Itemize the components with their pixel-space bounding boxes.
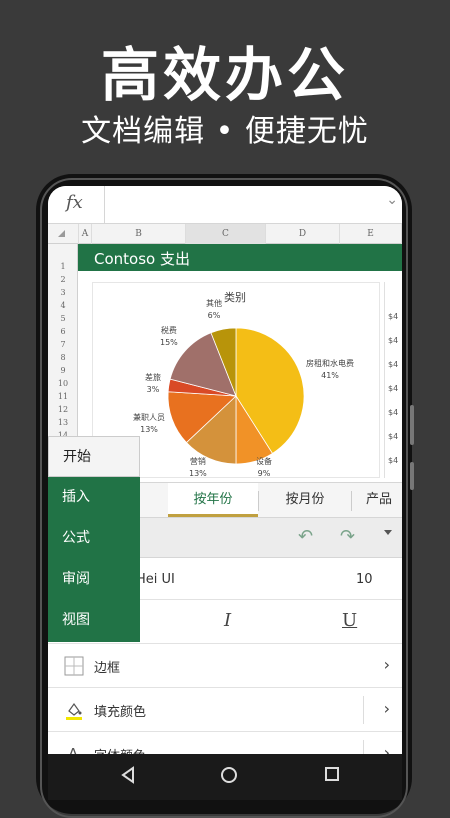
side-value: $4 xyxy=(388,336,399,345)
promo-title: 高效办公 xyxy=(100,41,349,109)
menu-item-borders[interactable]: 边框 › xyxy=(48,644,402,688)
home-icon[interactable] xyxy=(220,766,238,784)
menu-tab-view[interactable]: 视图 xyxy=(48,600,140,641)
menu-divider xyxy=(363,696,364,724)
ribbon-collapse-icon[interactable] xyxy=(384,530,392,535)
font-name-field[interactable]: Hei UI xyxy=(136,572,175,587)
pie-label-travel: 差旅 3% xyxy=(145,373,161,394)
menu-tab-home[interactable]: 开始 xyxy=(48,436,140,477)
side-value: $4 xyxy=(388,312,399,321)
formula-bar: fx ⌄ xyxy=(48,186,402,224)
undo-icon[interactable]: ↶ xyxy=(298,526,313,547)
pie-label-rent: 房租和水电费 41% xyxy=(306,359,354,380)
menu-item-fill-color[interactable]: 填充颜色 › xyxy=(48,688,402,732)
fill-color-icon xyxy=(66,702,82,720)
row-number[interactable]: 12 xyxy=(48,405,78,414)
column-a[interactable]: A xyxy=(78,224,92,244)
row-number[interactable]: 10 xyxy=(48,379,78,388)
row-number[interactable]: 7 xyxy=(48,340,78,349)
sheet-title: Contoso 支出 xyxy=(94,250,190,268)
font-size-field[interactable]: 10 xyxy=(356,572,373,587)
back-icon[interactable] xyxy=(120,766,136,784)
pie-label-parttime: 兼职人员 13% xyxy=(133,413,165,434)
chart-title: 类别 xyxy=(224,291,246,304)
row-number[interactable]: 4 xyxy=(48,301,78,310)
side-value: $4 xyxy=(388,408,399,417)
menu-item-label: 边框 xyxy=(94,661,121,676)
row-number[interactable]: 9 xyxy=(48,366,78,375)
tab-by-year[interactable]: 按年份 xyxy=(168,483,258,517)
pie-label-equipment: 设备 9% xyxy=(256,457,272,478)
sheet-title-cell[interactable]: Contoso 支出 xyxy=(78,244,402,271)
row-number[interactable]: 6 xyxy=(48,327,78,336)
ribbon-tab-menu: 开始 插入 公式 审阅 视图 xyxy=(48,436,140,642)
border-icon xyxy=(64,656,84,676)
formula-expand-icon[interactable]: ⌄ xyxy=(386,192,398,208)
promo-subtitle: 文档编辑 • 便捷无忧 xyxy=(81,114,369,149)
pie-label-other: 其他 6% xyxy=(206,299,222,320)
side-value: $4 xyxy=(388,384,399,393)
column-d[interactable]: D xyxy=(266,224,340,244)
underline-button[interactable]: U xyxy=(342,610,357,631)
volume-button xyxy=(410,405,414,445)
android-navbar xyxy=(48,754,402,800)
tab-by-month[interactable]: 按月份 xyxy=(259,483,351,517)
select-all-corner[interactable] xyxy=(58,230,65,237)
row-number[interactable]: 3 xyxy=(48,288,78,297)
menu-tab-insert[interactable]: 插入 xyxy=(48,477,140,518)
row-number[interactable]: 11 xyxy=(48,392,78,401)
side-value: $4 xyxy=(388,456,399,465)
menu-tab-review[interactable]: 审阅 xyxy=(48,559,140,600)
row-number[interactable]: 5 xyxy=(48,314,78,323)
fx-icon[interactable]: fx xyxy=(66,192,83,213)
menu-tab-formulas[interactable]: 公式 xyxy=(48,518,140,559)
row-number[interactable]: 2 xyxy=(48,275,78,284)
recents-icon[interactable] xyxy=(324,766,340,782)
pie-label-marketing: 营销 13% xyxy=(189,457,207,478)
row-number[interactable]: 13 xyxy=(48,418,78,427)
app-screen: fx ⌄ A B C D E 1 2 3 4 5 6 7 8 9 10 11 1… xyxy=(48,186,402,800)
pie-label-tax: 税费 15% xyxy=(160,326,178,347)
tab-divider xyxy=(351,491,352,511)
column-e[interactable]: E xyxy=(340,224,402,244)
power-button xyxy=(410,462,414,490)
side-value: $4 xyxy=(388,432,399,441)
chevron-right-icon: › xyxy=(383,655,390,674)
row-number[interactable]: 1 xyxy=(48,262,78,271)
column-header: A B C D E xyxy=(48,224,402,244)
redo-icon[interactable]: ↷ xyxy=(340,526,355,547)
tab-products[interactable]: 产品 xyxy=(366,483,402,517)
side-value: $4 xyxy=(388,360,399,369)
formula-divider xyxy=(104,186,105,224)
column-gridline xyxy=(384,282,385,478)
row-number[interactable]: 8 xyxy=(48,353,78,362)
italic-button[interactable]: I xyxy=(224,610,231,631)
column-b[interactable]: B xyxy=(92,224,186,244)
column-c[interactable]: C xyxy=(186,224,266,244)
menu-item-label: 填充颜色 xyxy=(94,705,147,720)
chevron-right-icon: › xyxy=(383,699,390,718)
